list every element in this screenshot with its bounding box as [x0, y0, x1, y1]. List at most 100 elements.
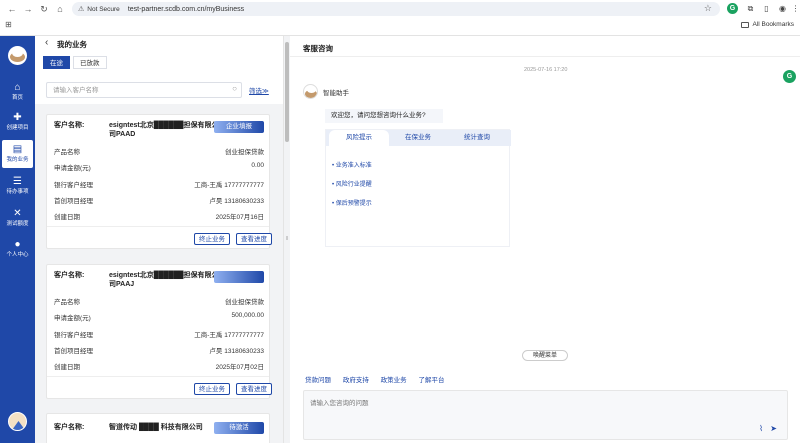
view-progress-button[interactable]: 查看进度 [236, 233, 272, 245]
card-title: 客户名称: esigntest北京██████担保有限公司PAAD [54, 122, 219, 138]
sidebar-icon[interactable]: ▯ [761, 3, 772, 14]
search-icon[interactable]: ○ [232, 84, 237, 93]
panel-splitter[interactable]: ‖ [283, 36, 290, 443]
search-bar: ○ 筛选≫ [35, 72, 283, 104]
card-row-product: 产品名称 创业担保贷款 [54, 299, 264, 306]
terminate-business-button[interactable]: 终止业务 [194, 233, 230, 245]
apps-grid-icon[interactable]: ⊞ [5, 20, 12, 29]
quick-link-government[interactable]: 政府支持 [343, 377, 369, 384]
card-row-created-date: 创建日期 2025年07月02日 [54, 364, 264, 371]
bot-name: 智能助手 [323, 90, 349, 97]
nav-todo[interactable]: ☰ 待办事项 [2, 172, 33, 200]
url-text[interactable]: test-partner.scdb.com.cn/myBusiness [128, 6, 244, 13]
business-card: 客户名称: esigntest北京██████担保有限公司PAAJ 产品名称 创业… [46, 264, 272, 399]
nav-my-business[interactable]: ▤ 我的业务 [2, 140, 33, 168]
search-input[interactable] [53, 83, 233, 97]
puzzle-extensions-icon[interactable]: ⧉ [745, 3, 756, 14]
card-divider [47, 376, 269, 377]
view-progress-button[interactable]: 查看进度 [236, 383, 272, 395]
home-icon[interactable]: ⌂ [54, 3, 66, 15]
message-timestamp: 2025-07-16 17:20 [524, 67, 568, 73]
bookmarks-bar: ⊞ All Bookmarks [0, 18, 800, 35]
status-badge[interactable]: 企业填报 [214, 121, 264, 133]
quick-link-loan[interactable]: 贷款问题 [305, 377, 331, 384]
card-divider [47, 226, 269, 227]
chat-input-box: ⌇ ➤ [303, 390, 788, 440]
folder-icon [741, 21, 750, 28]
app-logo [8, 46, 27, 65]
all-bookmarks[interactable]: All Bookmarks [741, 21, 794, 28]
quick-link-policy[interactable]: 政策业务 [381, 377, 407, 384]
browser-chrome: ← → ↻ ⌂ ⚠ Not Secure test-partner.scdb.co… [0, 0, 800, 36]
customer-name: esigntest北京██████担保有限公司PAAD [109, 122, 219, 138]
tab-risk-tips[interactable]: 风险提示 [329, 130, 389, 146]
nav-home[interactable]: ⌂ 首页 [2, 78, 33, 106]
user-icon: ● [14, 239, 21, 250]
chat-header: 客服咨询 [290, 36, 800, 57]
address-bar[interactable]: ⚠ Not Secure test-partner.scdb.com.cn/myB… [72, 2, 720, 16]
wake-menu-button[interactable]: 唤醒菜单 [522, 350, 568, 361]
nav-personal-center[interactable]: ● 个人中心 [2, 235, 33, 263]
filter-link[interactable]: 筛选≫ [249, 85, 269, 95]
card-row-bank-manager: 银行客户经理 工商-王禹 17777777777 [54, 332, 264, 339]
nav-test-quota[interactable]: ✕ 测试额度 [2, 204, 33, 232]
topic-tabs: 风险提示 在保业务 统计查询 [326, 130, 511, 146]
tab-statistics[interactable]: 统计查询 [447, 130, 507, 146]
tab-loaned[interactable]: 已放款 [73, 56, 107, 69]
chat-panel: 客服咨询 2025-07-16 17:20 智能助手 欢迎您，请问您想咨询什么业… [290, 36, 800, 443]
card-row-bank-manager: 银行客户经理 工商-王禹 17777777777 [54, 182, 264, 189]
status-badge[interactable] [214, 271, 264, 283]
status-badge[interactable]: 待激活 [214, 422, 264, 434]
back-arrow-icon[interactable]: ← [6, 3, 18, 15]
menu-kebab-icon[interactable]: ⋮ [790, 3, 800, 14]
tools-icon: ✕ [13, 208, 22, 219]
my-business-icon: ▤ [12, 144, 23, 155]
topic-item[interactable]: • 业务准入标准 [332, 160, 372, 169]
attachment-icon[interactable]: ⌇ [759, 424, 763, 433]
card-row-created-date: 创建日期 2025年07月16日 [54, 214, 264, 221]
topic-menu: 风险提示 在保业务 统计查询 • 业务准入标准 • 风险行业提醒 • 保后预警提… [325, 129, 511, 247]
topic-item[interactable]: • 保后预警提示 [332, 198, 372, 207]
business-card: 客户名称: 智道传动 ████ 科技有限公司 待激活 [46, 413, 270, 443]
avatar[interactable] [8, 412, 27, 431]
terminate-business-button[interactable]: 终止业务 [194, 383, 230, 395]
side-navigation: ⌂ 首页 ✚ 创建项目 ▤ 我的业务 ☰ 待办事项 ✕ 测试额度 ● 个人中心 [0, 36, 35, 443]
todo-icon: ☰ [13, 176, 22, 187]
back-chevron-icon[interactable]: ‹ [45, 38, 48, 48]
security-indicator[interactable]: ⚠ Not Secure [78, 5, 120, 14]
chat-title: 客服咨询 [303, 44, 333, 53]
reload-icon[interactable]: ↻ [38, 3, 50, 15]
card-title: 客户名称: 智道传动 ████ 科技有限公司 [54, 423, 203, 432]
home-icon: ⌂ [14, 82, 21, 93]
tab-active-guarantees[interactable]: 在保业务 [388, 130, 448, 146]
business-panel: ‹ 我的业务 在途 已放款 ○ 筛选≫ 客户名称: esigntest北京███… [35, 36, 283, 443]
card-row-product: 产品名称 创业担保贷款 [54, 149, 264, 156]
panel-header: ‹ 我的业务 [35, 36, 283, 52]
card-title: 客户名称: esigntest北京██████担保有限公司PAAJ [54, 272, 219, 288]
chat-input[interactable] [310, 397, 750, 427]
panel-scrollbar[interactable] [285, 42, 289, 142]
search-box: ○ [46, 82, 242, 98]
business-card: 客户名称: esigntest北京██████担保有限公司PAAD 企业填报 产… [46, 114, 272, 249]
card-row-amount: 申请金额(元) 0.00 [54, 162, 264, 172]
card-row-amount: 申请金额(元) 500,000.00 [54, 312, 264, 322]
customer-name: 智道传动 ████ 科技有限公司 [109, 424, 203, 431]
bot-avatar [303, 84, 318, 99]
quick-link-platform[interactable]: 了解平台 [418, 377, 444, 384]
card-row-project-manager: 首创项目经理 卢昊 13180630233 [54, 198, 264, 205]
page-title: 我的业务 [57, 40, 87, 49]
tab-in-progress[interactable]: 在途 [43, 56, 70, 69]
customer-name: esigntest北京██████担保有限公司PAAJ [109, 272, 219, 288]
status-tabs: 在途 已放款 [35, 52, 283, 72]
forward-arrow-icon[interactable]: → [22, 3, 34, 15]
warning-icon: ⚠ [78, 6, 85, 13]
bookmark-star-icon[interactable]: ☆ [704, 3, 712, 14]
send-icon[interactable]: ➤ [770, 424, 777, 433]
nav-create-project[interactable]: ✚ 创建项目 [2, 108, 33, 136]
profile-icon[interactable]: ◉ [777, 3, 788, 14]
collapse-grip-icon[interactable]: ‖ [286, 236, 288, 242]
extension-g-icon[interactable]: G [727, 3, 738, 14]
welcome-message: 欢迎您，请问您想咨询什么业务? [325, 109, 443, 123]
topic-item[interactable]: • 风险行业提醒 [332, 179, 372, 188]
floating-extension-icon[interactable]: G [783, 70, 796, 83]
